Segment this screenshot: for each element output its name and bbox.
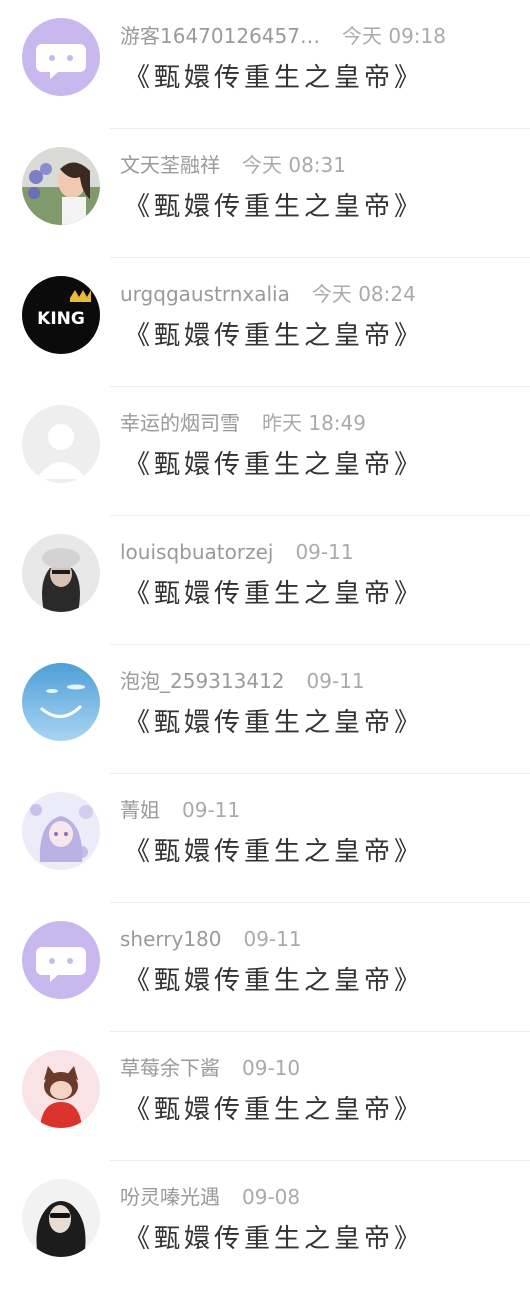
placeholder-person-icon bbox=[22, 405, 100, 483]
username[interactable]: urgqgaustrnxalia bbox=[120, 282, 290, 306]
avatar[interactable] bbox=[22, 534, 100, 612]
timestamp: 09-10 bbox=[242, 1056, 301, 1080]
comment-meta: 草莓余下酱 09-10 bbox=[120, 1054, 300, 1082]
username[interactable]: 菁姐 bbox=[120, 798, 160, 822]
username[interactable]: 游客16470126457… bbox=[120, 24, 320, 48]
comment-text: 《甄嬛传重生之皇帝》 bbox=[124, 450, 425, 480]
fox-character-icon bbox=[22, 1050, 100, 1128]
comment-meta: 幸运的烟司雪 昨天 18:49 bbox=[120, 409, 366, 437]
comment-text: 《甄嬛传重生之皇帝》 bbox=[124, 192, 425, 222]
username[interactable]: 文天荃融祥 bbox=[120, 153, 220, 177]
chat-bubble-icon bbox=[22, 921, 100, 999]
comment-meta: 菁姐 09-11 bbox=[120, 796, 240, 824]
username[interactable]: 草莓余下酱 bbox=[120, 1056, 220, 1080]
list-item[interactable]: louisqbuatorzej 09-11 《甄嬛传重生之皇帝》 bbox=[0, 516, 530, 645]
comment-text: 《甄嬛传重生之皇帝》 bbox=[124, 1095, 425, 1125]
comment-meta: 泡泡_259313412 09-11 bbox=[120, 667, 365, 695]
timestamp: 今天 08:31 bbox=[242, 153, 346, 177]
timestamp: 09-11 bbox=[243, 927, 302, 951]
comment-text: 《甄嬛传重生之皇帝》 bbox=[124, 1224, 425, 1254]
comment-list: 游客16470126457… 今天 09:18 《甄嬛传重生之皇帝》 文天荃融祥今… bbox=[0, 0, 530, 1280]
timestamp: 09-11 bbox=[306, 669, 365, 693]
avatar[interactable] bbox=[22, 1179, 100, 1257]
list-item[interactable]: 菁姐 09-11 《甄嬛传重生之皇帝》 bbox=[0, 774, 530, 903]
comment-meta: 吩灵嗪光遇 09-08 bbox=[120, 1183, 300, 1211]
username[interactable]: 幸运的烟司雪 bbox=[120, 411, 240, 435]
woman-with-flowers-icon bbox=[22, 147, 100, 225]
comment-text: 《甄嬛传重生之皇帝》 bbox=[124, 63, 425, 93]
comment-meta: 游客16470126457… 今天 09:18 bbox=[120, 22, 446, 50]
avatar[interactable]: KING bbox=[22, 276, 100, 354]
woman-in-hat-icon bbox=[22, 534, 100, 612]
avatar[interactable] bbox=[22, 1050, 100, 1128]
timestamp: 09-08 bbox=[242, 1185, 301, 1209]
blue-sky-smile-icon bbox=[22, 663, 100, 741]
timestamp: 今天 08:24 bbox=[311, 282, 416, 306]
timestamp: 09-11 bbox=[182, 798, 241, 822]
list-item[interactable]: 泡泡_259313412 09-11 《甄嬛传重生之皇帝》 bbox=[0, 645, 530, 774]
username[interactable]: louisqbuatorzej bbox=[120, 540, 273, 564]
comment-text: 《甄嬛传重生之皇帝》 bbox=[124, 579, 425, 609]
username[interactable]: 泡泡_259313412 bbox=[120, 669, 285, 693]
list-item[interactable]: 游客16470126457… 今天 09:18 《甄嬛传重生之皇帝》 bbox=[0, 0, 530, 129]
comment-text: 《甄嬛传重生之皇帝》 bbox=[124, 708, 425, 738]
list-item[interactable]: 幸运的烟司雪 昨天 18:49 《甄嬛传重生之皇帝》 bbox=[0, 387, 530, 516]
comment-meta: 文天荃融祥 今天 08:31 bbox=[120, 151, 346, 179]
comment-text: 《甄嬛传重生之皇帝》 bbox=[124, 837, 425, 867]
comment-text: 《甄嬛传重生之皇帝》 bbox=[124, 321, 425, 351]
timestamp: 09-11 bbox=[295, 540, 354, 564]
avatar[interactable] bbox=[22, 663, 100, 741]
timestamp: 昨天 18:49 bbox=[262, 411, 366, 435]
list-item[interactable]: 文天荃融祥 今天 08:31 《甄嬛传重生之皇帝》 bbox=[0, 129, 530, 258]
avatar[interactable] bbox=[22, 18, 100, 96]
comment-meta: louisqbuatorzej 09-11 bbox=[120, 538, 354, 566]
comment-meta: sherry180 09-11 bbox=[120, 925, 302, 953]
chat-bubble-icon bbox=[22, 18, 100, 96]
avatar[interactable] bbox=[22, 147, 100, 225]
avatar[interactable] bbox=[22, 405, 100, 483]
username[interactable]: sherry180 bbox=[120, 927, 222, 951]
list-item[interactable]: 草莓余下酱 09-10 《甄嬛传重生之皇帝》 bbox=[0, 1032, 530, 1161]
list-item[interactable]: 吩灵嗪光遇 09-08 《甄嬛传重生之皇帝》 bbox=[0, 1161, 530, 1290]
comment-meta: urgqgaustrnxalia 今天 08:24 bbox=[120, 280, 416, 308]
anime-girl-icon bbox=[22, 792, 100, 870]
timestamp: 今天 09:18 bbox=[341, 24, 446, 48]
woman-sunglasses-icon bbox=[22, 1179, 100, 1257]
avatar[interactable] bbox=[22, 921, 100, 999]
avatar[interactable] bbox=[22, 792, 100, 870]
list-item[interactable]: sherry180 09-11 《甄嬛传重生之皇帝》 bbox=[0, 903, 530, 1032]
svg-text:KING: KING bbox=[37, 309, 85, 329]
king-crown-icon: KING bbox=[22, 276, 100, 354]
username[interactable]: 吩灵嗪光遇 bbox=[120, 1185, 220, 1209]
comment-text: 《甄嬛传重生之皇帝》 bbox=[124, 966, 425, 996]
list-item[interactable]: KING urgqgaustrnxalia 今天 08:24 《甄嬛传重生之皇帝》 bbox=[0, 258, 530, 387]
